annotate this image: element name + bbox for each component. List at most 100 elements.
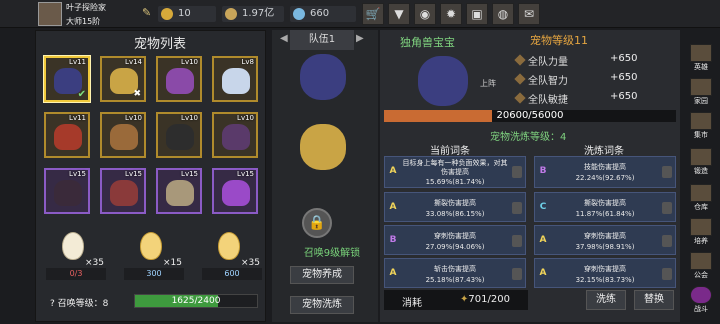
- egg-cost: 0/3: [46, 268, 106, 280]
- pet-cell[interactable]: Lv10: [156, 56, 202, 102]
- wash-affix[interactable]: C 撕裂伤害提高 11.87%(61.84%): [534, 192, 676, 222]
- pet-cell[interactable]: Lv15: [212, 168, 258, 214]
- color-wheel-button[interactable]: ◍: [492, 3, 514, 25]
- present-button[interactable]: ▣: [466, 3, 488, 25]
- mail-button[interactable]: ✉: [518, 3, 540, 25]
- battle-icon: [690, 286, 712, 304]
- cost-value: ✦701/200: [460, 294, 510, 305]
- player-name: 叶子探险家: [66, 3, 106, 12]
- pet-cell[interactable]: Lv15: [100, 168, 146, 214]
- unlock-hint: 召唤9级解锁: [303, 248, 361, 259]
- lock-icon[interactable]: [512, 235, 522, 247]
- hero-icon: [690, 44, 712, 62]
- pet-cell[interactable]: Lv10: [156, 112, 202, 158]
- gamepad-button[interactable]: ◉: [414, 3, 436, 25]
- pet-wash-button[interactable]: 宠物洗炼: [290, 296, 354, 314]
- current-affix[interactable]: B 穿刺伤害提高 27.09%(94.06%): [384, 225, 526, 255]
- horned-demon-pet-icon: [110, 180, 138, 206]
- current-affix[interactable]: A 目标身上每有一种负面效果，对其伤害提高 15.69%(81.74%): [384, 156, 526, 188]
- wash-affix[interactable]: A 穿刺伤害提高 32.15%(83.73%): [534, 258, 676, 288]
- wash-button[interactable]: 洗练: [586, 290, 626, 310]
- gold-egg-icon: [140, 232, 162, 260]
- current-affix[interactable]: A 斩击伤害提高 25.18%(87.43%): [384, 258, 526, 288]
- stat-label: 全队智力: [528, 76, 568, 87]
- coin-icon: [225, 8, 237, 20]
- pet-cell[interactable]: Lv11 ✔: [44, 56, 90, 102]
- current-affix-title: 当前词条: [430, 146, 470, 157]
- pet-cell[interactable]: Lv10: [212, 112, 258, 158]
- deploy-label: 上阵: [480, 79, 496, 88]
- scorpion-pet-icon: [166, 68, 194, 94]
- player-avatar[interactable]: [38, 2, 62, 26]
- lock-icon[interactable]: [512, 202, 522, 214]
- wash-affix[interactable]: B 技能伤害提高 22.24%(92.67%): [534, 156, 676, 188]
- crystal-pet-icon: [222, 180, 250, 206]
- shop-cart-button[interactable]: 🛒: [362, 3, 384, 25]
- wash-level: 宠物洗炼等级：4: [490, 132, 567, 143]
- egg-cost: 300: [124, 268, 184, 280]
- train-icon: [690, 218, 712, 236]
- settings-gear-button[interactable]: ✹: [440, 3, 462, 25]
- lock-icon[interactable]: [662, 166, 672, 178]
- lock-icon[interactable]: [662, 235, 672, 247]
- nav-train[interactable]: 培养: [686, 218, 716, 250]
- pet-level: 宠物等级11: [530, 34, 588, 47]
- totem-pet-icon: [110, 124, 138, 150]
- stat-value: +650: [610, 91, 638, 102]
- edit-icon[interactable]: ✎: [142, 6, 151, 19]
- lock-icon[interactable]: [662, 268, 672, 280]
- wash-affix-title: 洗炼词条: [584, 146, 624, 157]
- home-icon: [690, 78, 712, 96]
- nav-guild[interactable]: 公会: [686, 252, 716, 284]
- replace-button[interactable]: 替换: [634, 290, 674, 310]
- top-bar: 叶子探险家 大师15阶 ✎ 10 1.97亿 660 🛒 ▼ ◉ ✹ ▣ ◍ ✉: [0, 0, 720, 28]
- gift-box-button[interactable]: ▼: [388, 3, 410, 25]
- summon-progress-bar: 1625/2400: [134, 294, 258, 308]
- fire-demon-pet-icon: [54, 124, 82, 150]
- nav-forge[interactable]: 锻造: [686, 148, 716, 180]
- pet-cell[interactable]: Lv10: [100, 112, 146, 158]
- white-egg-icon: [62, 232, 84, 260]
- spider-pet-icon: [54, 180, 82, 206]
- stat-value: +650: [610, 72, 638, 83]
- nav-battle[interactable]: 战斗: [686, 286, 716, 318]
- lock-icon[interactable]: [512, 268, 522, 280]
- ice-wolf-pet-icon: [222, 68, 250, 94]
- pet-train-button[interactable]: 宠物养成: [290, 266, 354, 284]
- stat-label: 全队力量: [528, 57, 568, 68]
- nav-hero[interactable]: 英雄: [686, 44, 716, 76]
- gold-egg-icon: [218, 232, 240, 260]
- team-slot-golden-beast[interactable]: [300, 124, 346, 170]
- warehouse-icon: [690, 184, 712, 202]
- bat-pet-icon: [222, 124, 250, 150]
- check-icon: ✔: [77, 89, 86, 100]
- nav-market[interactable]: 集市: [686, 112, 716, 144]
- nav-home[interactable]: 家园: [686, 78, 716, 110]
- stat-label: 全队敏捷: [528, 95, 568, 106]
- coin-counter: 1.97亿: [222, 6, 284, 22]
- market-icon: [690, 112, 712, 130]
- current-affix[interactable]: A 撕裂伤害提高 33.08%(86.15%): [384, 192, 526, 222]
- pet-cell[interactable]: Lv14 ✖: [100, 56, 146, 102]
- help-icon[interactable]: ?: [50, 299, 55, 309]
- lock-icon[interactable]: [512, 166, 522, 178]
- pet-cell[interactable]: Lv15: [156, 168, 202, 214]
- lock-icon: 🔒: [302, 208, 332, 238]
- pet-cell[interactable]: Lv11: [44, 112, 90, 158]
- cost-label: 消耗: [402, 298, 422, 309]
- next-team-arrow[interactable]: ▶: [356, 33, 368, 47]
- player-rank: 大师15阶: [66, 17, 101, 26]
- pet-cell[interactable]: Lv8: [212, 56, 258, 102]
- gold-counter: 10: [158, 6, 216, 22]
- summon-level: ? 召唤等级：8: [50, 299, 109, 309]
- lock-icon[interactable]: [662, 202, 672, 214]
- anvil-icon: [690, 148, 712, 166]
- gem-counter: 660: [290, 6, 356, 22]
- pet-cell[interactable]: Lv15: [44, 168, 90, 214]
- gold-icon: [161, 8, 173, 20]
- team-slot-unicorn[interactable]: [300, 54, 346, 100]
- wash-affix[interactable]: A 穿刺伤害提高 37.98%(98.91%): [534, 225, 676, 255]
- nav-warehouse[interactable]: 仓库: [686, 184, 716, 216]
- gem-icon: [293, 8, 305, 20]
- guild-icon: [690, 252, 712, 270]
